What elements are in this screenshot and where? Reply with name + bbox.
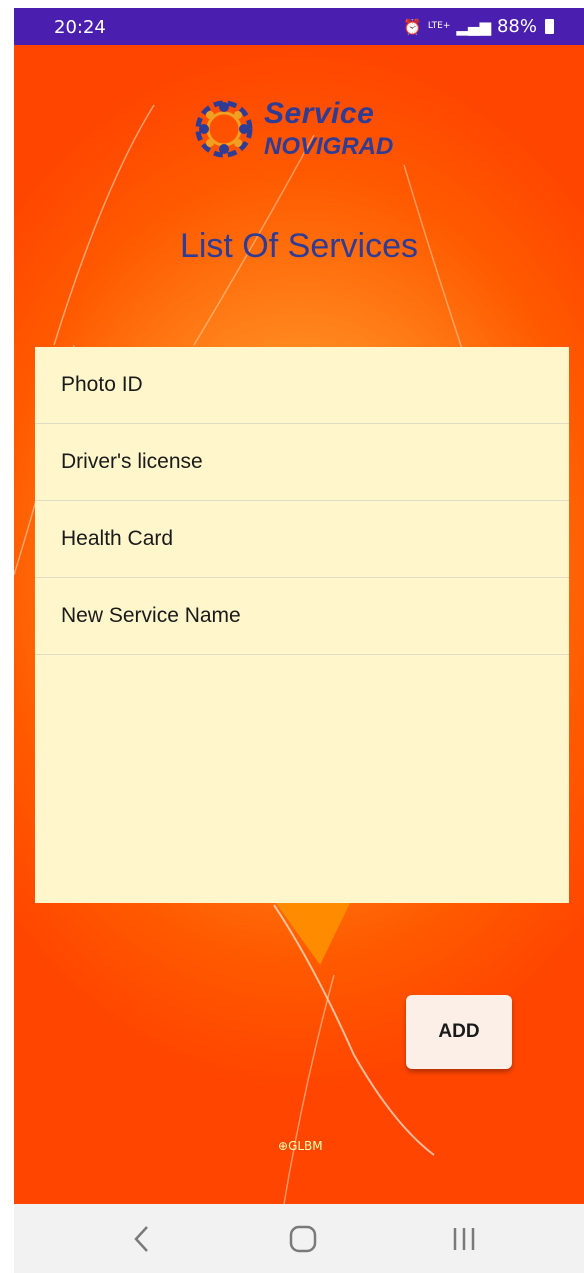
battery-icon bbox=[545, 19, 554, 34]
page-title: List Of Services bbox=[179, 227, 419, 265]
watermark: ⊕GLBM bbox=[278, 1139, 323, 1153]
app-background: Service NOVIGRAD List Of Services Photo … bbox=[14, 45, 584, 1204]
back-icon[interactable] bbox=[132, 1224, 152, 1254]
system-nav-bar bbox=[14, 1204, 584, 1273]
service-name: New Service Name bbox=[61, 604, 241, 627]
recent-apps-icon[interactable] bbox=[452, 1224, 476, 1254]
service-name: Health Card bbox=[61, 527, 174, 550]
add-service-button[interactable]: ADD bbox=[406, 995, 512, 1069]
watermark-text: GLBM bbox=[288, 1139, 323, 1153]
network-type: LTE+ bbox=[427, 21, 451, 31]
services-list: Photo ID Driver's license Health Card Ne… bbox=[35, 347, 569, 903]
alarm-icon: ⏰ bbox=[403, 17, 422, 36]
home-icon[interactable] bbox=[288, 1224, 318, 1254]
service-list-item[interactable]: Health Card bbox=[35, 501, 569, 578]
gear-people-logo-icon bbox=[195, 100, 253, 158]
phone-screen: 20:24 ⏰ LTE+ ▂▄▆ 88% Service NOVIGRAD Li… bbox=[14, 8, 584, 1273]
status-bar: 20:24 ⏰ LTE+ ▂▄▆ 88% bbox=[14, 8, 584, 45]
service-list-item[interactable]: Photo ID bbox=[35, 347, 569, 424]
service-name: Driver's license bbox=[61, 450, 203, 473]
service-list-item[interactable]: New Service Name bbox=[35, 578, 569, 655]
status-icons: ⏰ LTE+ ▂▄▆ 88% bbox=[403, 16, 554, 37]
signal-icon: ▂▄▆ bbox=[456, 17, 491, 36]
service-novigrad-logo: Service NOVIGRAD bbox=[186, 93, 416, 163]
globe-icon: ⊕ bbox=[278, 1139, 289, 1153]
service-name: Photo ID bbox=[61, 373, 143, 396]
logo-subtitle: NOVIGRAD bbox=[264, 133, 394, 160]
logo-title: Service bbox=[264, 97, 375, 130]
battery-percent: 88% bbox=[496, 16, 537, 37]
status-time: 20:24 bbox=[54, 17, 106, 38]
service-list-item[interactable]: Driver's license bbox=[35, 424, 569, 501]
